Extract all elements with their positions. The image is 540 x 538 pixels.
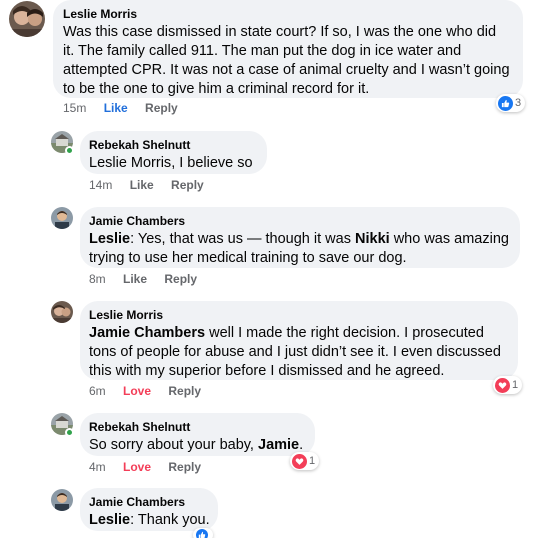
avatar[interactable] xyxy=(51,207,73,229)
comment-text: Was this case dismissed in state court? … xyxy=(63,24,510,97)
love-icon xyxy=(495,377,510,393)
mention-link[interactable]: Jamie xyxy=(258,437,299,453)
reply-button[interactable]: Reply xyxy=(171,178,204,192)
comment-timestamp[interactable]: 8m xyxy=(89,272,106,286)
reaction-count: 3 xyxy=(515,97,522,109)
comment-text: Leslie: Yes, that was us — though it was… xyxy=(89,231,509,266)
reaction-summary[interactable]: 3 xyxy=(496,94,526,112)
reaction-count: 1 xyxy=(512,379,519,391)
reply-button[interactable]: Reply xyxy=(168,460,201,474)
comment-timestamp[interactable]: 6m xyxy=(89,384,106,398)
reply-button[interactable]: Reply xyxy=(164,272,197,286)
mention-link[interactable]: Leslie Morris xyxy=(89,155,171,171)
love-icon xyxy=(292,453,307,469)
comment-actions: 4m Love Reply xyxy=(89,460,215,474)
comment-timestamp[interactable]: 14m xyxy=(89,178,112,192)
comment-timestamp[interactable]: 4m xyxy=(89,460,106,474)
comment-text: Jamie Chambers well I made the right dec… xyxy=(89,325,501,379)
comment-author[interactable]: Jamie Chambers xyxy=(89,495,208,510)
avatar[interactable] xyxy=(51,489,73,511)
avatar-photo xyxy=(51,489,73,511)
comment-bubble: Rebekah Shelnutt Leslie Morris, I believ… xyxy=(80,131,267,174)
comment-text: Leslie Morris, I believe so xyxy=(89,155,253,171)
online-status-icon xyxy=(65,428,74,437)
comment-bubble: Rebekah Shelnutt So sorry about your bab… xyxy=(80,413,315,456)
like-button[interactable]: Like xyxy=(130,178,154,192)
mention-link[interactable]: Leslie xyxy=(89,512,130,528)
comment-text: Leslie: Thank you. xyxy=(89,512,210,528)
comment-actions: 8m Like Reply xyxy=(89,272,211,286)
reply-button[interactable]: Reply xyxy=(168,384,201,398)
mention-link[interactable]: Leslie xyxy=(89,231,130,247)
avatar[interactable] xyxy=(51,301,73,323)
comment-text: So sorry about your baby, Jamie. xyxy=(89,437,304,453)
reaction-count: 1 xyxy=(309,455,316,467)
reaction-summary[interactable] xyxy=(193,528,213,538)
mention-link[interactable]: Jamie Chambers xyxy=(89,325,205,341)
online-status-icon xyxy=(65,146,74,155)
like-icon xyxy=(498,95,513,111)
comment-bubble: Jamie Chambers Leslie: Yes, that was us … xyxy=(80,207,520,268)
comment-author[interactable]: Jamie Chambers xyxy=(89,214,510,229)
mention-link[interactable]: Nikki xyxy=(355,231,390,247)
love-button[interactable]: Love xyxy=(123,460,151,474)
like-icon xyxy=(196,529,208,538)
avatar[interactable] xyxy=(9,1,45,37)
reaction-summary[interactable]: 1 xyxy=(290,452,320,470)
love-button[interactable]: Love xyxy=(123,384,151,398)
avatar-photo xyxy=(9,1,45,37)
reply-button[interactable]: Reply xyxy=(145,101,178,115)
comment-bubble: Jamie Chambers Leslie: Thank you. xyxy=(80,488,218,531)
like-button[interactable]: Like xyxy=(123,272,147,286)
avatar-photo xyxy=(51,207,73,229)
comment-actions: 15m Like Reply xyxy=(63,101,192,115)
avatar-photo xyxy=(51,301,73,323)
comment-bubble: Leslie Morris Was this case dismissed in… xyxy=(53,0,523,98)
reaction-summary[interactable]: 1 xyxy=(493,376,523,394)
comment-author[interactable]: Leslie Morris xyxy=(63,7,513,22)
like-button[interactable]: Like xyxy=(104,101,128,115)
comment-author[interactable]: Leslie Morris xyxy=(89,308,508,323)
comment-author[interactable]: Rebekah Shelnutt xyxy=(89,138,257,153)
comment-actions: 6m Love Reply xyxy=(89,384,215,398)
comment-timestamp[interactable]: 15m xyxy=(63,101,86,115)
comment-actions: 14m Like Reply xyxy=(89,178,218,192)
comment-author[interactable]: Rebekah Shelnutt xyxy=(89,420,305,435)
comment-bubble: Leslie Morris Jamie Chambers well I made… xyxy=(80,301,518,380)
